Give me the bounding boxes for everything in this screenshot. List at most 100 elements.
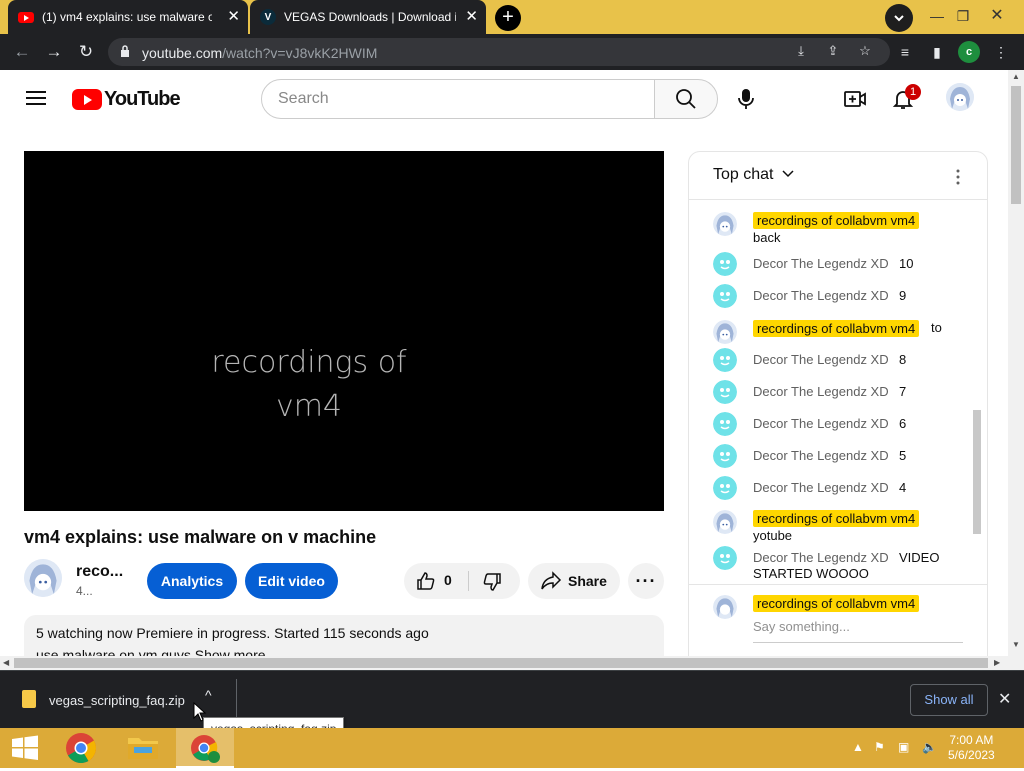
chat-author-avatar[interactable] (713, 320, 737, 344)
chat-author-name[interactable]: Decor The Legendz XD (753, 416, 889, 431)
close-shelf-icon[interactable]: ✕ (998, 689, 1011, 709)
volume-muted-icon[interactable]: 🔈 (922, 740, 938, 756)
chat-author-name[interactable]: Decor The Legendz XD (753, 352, 889, 367)
chat-author-name[interactable]: recordings of collabvm vm4 (753, 320, 920, 337)
chat-author-name[interactable]: Decor The Legendz XD (753, 256, 889, 271)
chat-message[interactable]: Decor The Legendz XD 8 (689, 348, 979, 380)
bookmark-star-icon[interactable]: ☆ (856, 43, 874, 61)
new-tab-button[interactable]: + (495, 5, 521, 31)
share-page-icon[interactable]: ⇪ (824, 43, 842, 61)
chat-author-name[interactable]: recordings of collabvm vm4 (753, 510, 920, 527)
close-tab-icon[interactable]: ✕ (465, 9, 478, 24)
scroll-right-icon[interactable]: ▶ (994, 658, 1000, 667)
back-arrow-icon[interactable]: ← (8, 38, 36, 66)
chat-message-list[interactable]: recordings of collabvm vm4 back Decor The … (689, 200, 987, 584)
chat-message[interactable]: Decor The Legendz XD 7 (689, 380, 979, 412)
chat-message[interactable]: Decor The Legendz XD 9 (689, 284, 979, 316)
chrome-profile-taskbar-icon[interactable] (176, 728, 234, 768)
scroll-left-icon[interactable]: ◀ (3, 658, 9, 667)
chat-author-avatar[interactable] (713, 348, 737, 372)
chat-message[interactable]: Decor The Legendz XD VIDEO STARTED WOOOO (689, 546, 979, 581)
tab-vegas[interactable]: V VEGAS Downloads | Download in ✕ (250, 0, 486, 34)
close-window-button[interactable]: ✕ (982, 2, 1012, 30)
chat-author-avatar[interactable] (713, 510, 737, 534)
chat-author-name[interactable]: Decor The Legendz XD (753, 384, 889, 399)
chat-message-text: to (931, 320, 942, 335)
video-player[interactable]: recordings of vm4 (24, 151, 664, 511)
network-icon[interactable]: ▣ (898, 740, 914, 756)
forward-arrow-icon[interactable]: → (40, 38, 68, 66)
youtube-logo[interactable]: YouTube (72, 88, 181, 110)
download-item[interactable]: vegas_scripting_faq.zip (49, 693, 185, 708)
chat-message-input[interactable]: Say something... (753, 619, 963, 643)
top-chat-selector[interactable]: Top chat (713, 166, 794, 184)
menu-hamburger-icon[interactable] (26, 91, 46, 105)
show-all-button[interactable]: Show all (910, 684, 988, 716)
chat-author-avatar[interactable] (713, 444, 737, 468)
show-hidden-icons-icon[interactable]: ▲ (852, 740, 868, 756)
system-clock[interactable]: 7:00 AM 5/6/2023 (948, 733, 995, 763)
profile-avatar[interactable]: c (958, 41, 980, 63)
chat-message[interactable]: Decor The Legendz XD 4 (689, 476, 979, 508)
description-stats: 5 watching now Premiere in progress. Sta… (36, 625, 429, 641)
media-controls-icon[interactable]: ≡ (894, 41, 916, 63)
chat-author-avatar[interactable] (713, 546, 737, 570)
chrome-logo-icon (66, 733, 97, 764)
description-box[interactable]: 5 watching now Premiere in progress. Sta… (24, 615, 664, 656)
page-vertical-scrollbar[interactable]: ▲ ▼ (1008, 70, 1024, 656)
chat-message[interactable]: recordings of collabvm vm4 back (689, 208, 979, 245)
scroll-up-icon[interactable]: ▲ (1012, 72, 1020, 81)
install-app-icon[interactable]: ⤓ (792, 43, 810, 61)
page-horizontal-scrollbar[interactable]: ◀ ▶ (0, 656, 1024, 670)
chat-author-avatar[interactable] (713, 476, 737, 500)
edit-video-button[interactable]: Edit video (245, 563, 338, 599)
start-button[interactable] (0, 728, 50, 768)
chat-message[interactable]: recordings of collabvm vm4 to (689, 316, 979, 348)
account-avatar[interactable] (946, 83, 974, 111)
file-explorer-taskbar-icon[interactable] (118, 728, 168, 768)
browser-menu-icon[interactable]: ⋮ (990, 41, 1012, 63)
chat-message-text: 4 (899, 480, 907, 495)
chat-author-name[interactable]: recordings of collabvm vm4 (753, 212, 920, 229)
action-center-flag-icon[interactable]: ⚑ (874, 740, 890, 756)
search-input[interactable]: Search (261, 79, 655, 119)
dislike-button[interactable] (482, 572, 502, 595)
chat-author-name[interactable]: Decor The Legendz XD (753, 288, 889, 303)
video-overlay-line2: vm4 (275, 389, 343, 424)
tab-youtube[interactable]: (1) vm4 explains: use malware on ✕ (8, 0, 248, 34)
chrome-taskbar-icon[interactable] (56, 728, 106, 768)
chat-author-avatar[interactable] (713, 212, 737, 236)
chat-author-name[interactable]: Decor The Legendz XD (753, 550, 889, 565)
more-vertical-icon[interactable] (955, 168, 961, 186)
channel-avatar[interactable] (24, 559, 62, 597)
more-actions-button[interactable]: ··· (628, 563, 664, 599)
channel-name[interactable]: reco... (76, 563, 123, 581)
like-button[interactable] (416, 571, 436, 594)
chat-author-avatar[interactable] (713, 412, 737, 436)
chat-author-avatar[interactable] (713, 284, 737, 308)
vertical-scroll-thumb[interactable] (1011, 86, 1021, 204)
chat-author-avatar[interactable] (713, 252, 737, 276)
scroll-down-icon[interactable]: ▼ (1012, 640, 1020, 649)
chat-author-name[interactable]: Decor The Legendz XD (753, 448, 889, 463)
chevron-up-icon[interactable]: ^ (205, 687, 212, 703)
chat-message[interactable]: recordings of collabvm vm4 yotube (689, 506, 979, 543)
address-bar[interactable]: youtube.com/watch?v=vJ8vkK2HWIM ⤓ ⇪ ☆ (108, 38, 890, 66)
analytics-button[interactable]: Analytics (147, 563, 237, 599)
chat-author-avatar[interactable] (713, 380, 737, 404)
horizontal-scroll-thumb[interactable] (14, 658, 988, 668)
create-video-icon[interactable] (843, 87, 867, 111)
chat-author-name[interactable]: Decor The Legendz XD (753, 480, 889, 495)
close-tab-icon[interactable]: ✕ (227, 9, 240, 24)
tab-search-button[interactable] (885, 4, 913, 32)
chat-message[interactable]: Decor The Legendz XD 6 (689, 412, 979, 444)
reload-icon[interactable]: ↻ (72, 38, 100, 66)
search-button[interactable] (654, 79, 718, 119)
chat-message[interactable]: Decor The Legendz XD 5 (689, 444, 979, 476)
chat-message[interactable]: Decor The Legendz XD 10 (689, 252, 979, 284)
share-button[interactable]: Share (528, 563, 620, 599)
side-panel-icon[interactable]: ▮ (926, 41, 948, 63)
chat-scrollbar[interactable] (973, 410, 981, 534)
restore-window-button[interactable]: ❐ (948, 2, 978, 30)
microphone-icon[interactable] (735, 87, 757, 111)
